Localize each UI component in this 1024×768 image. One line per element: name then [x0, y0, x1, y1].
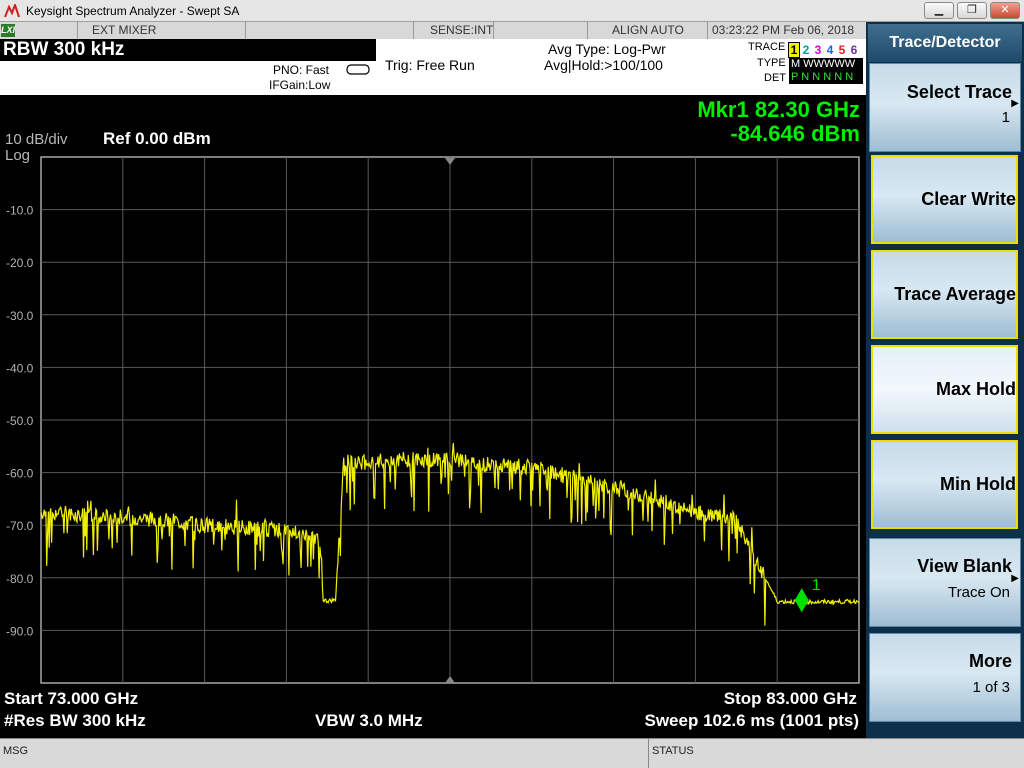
- clear-write-button[interactable]: Clear Write: [871, 155, 1018, 244]
- y-tick-label: -80.0: [6, 572, 34, 586]
- spectrum-analyzer-window: Keysight Spectrum Analyzer - Swept SA ▁ …: [0, 0, 1024, 768]
- resolution-bandwidth[interactable]: #Res BW 300 kHz: [4, 711, 146, 731]
- restore-button[interactable]: ❐: [957, 2, 987, 19]
- instrument-status-bar: LXI EXT MIXER SENSE:INT ALIGN AUTO 03:23…: [0, 22, 866, 39]
- trace-number-3[interactable]: 3: [812, 43, 824, 57]
- message-label: MSG: [3, 745, 29, 757]
- video-bandwidth[interactable]: VBW 3.0 MHz: [315, 711, 423, 731]
- select-trace-button[interactable]: Select Trace 1 ▶: [869, 63, 1021, 152]
- sense-status: SENSE:INT: [414, 22, 494, 39]
- select-trace-value: 1: [1001, 109, 1010, 126]
- max-hold-label: Max Hold: [935, 379, 1016, 399]
- y-axis-labels: -10.0 -20.0 -30.0 -40.0 -50.0 -60.0 -70.0 -80.0…: [6, 204, 34, 639]
- min-hold-label: Min Hold: [940, 474, 1016, 494]
- min-hold-button[interactable]: Min Hold: [871, 440, 1018, 529]
- trace-average-button[interactable]: Trace Average: [871, 250, 1018, 339]
- submenu-arrow-icon: ▶: [1011, 573, 1019, 584]
- y-tick-label: -60.0: [6, 467, 34, 481]
- trace-numbers: 123456: [788, 42, 860, 58]
- y-tick-label: -50.0: [6, 414, 34, 428]
- trace-number-6[interactable]: 6: [848, 43, 860, 57]
- keysight-logo-icon: [4, 4, 20, 18]
- trace-number-2[interactable]: 2: [800, 43, 812, 57]
- minimize-button[interactable]: ▁: [924, 2, 954, 19]
- sweep-time[interactable]: Sweep 102.6 ms (1001 pts): [644, 711, 859, 731]
- avg-type-setting: Avg Type: Log-Pwr: [548, 41, 666, 57]
- datetime: 03:23:22 PM Feb 06, 2018: [712, 23, 855, 37]
- mixer-status: EXT MIXER: [78, 22, 246, 39]
- submenu-arrow-icon: ▶: [1011, 98, 1019, 109]
- status-label: STATUS: [652, 745, 694, 757]
- trace-average-label: Trace Average: [894, 284, 1016, 304]
- start-frequency[interactable]: Start 73.000 GHz: [4, 689, 138, 709]
- more-button[interactable]: More 1 of 3: [869, 633, 1021, 722]
- lxi-cell: LXI: [0, 22, 78, 39]
- y-tick-label: -30.0: [6, 309, 34, 323]
- ifgain-setting: IFGain:Low: [269, 78, 331, 92]
- window-title: Keysight Spectrum Analyzer - Swept SA: [26, 4, 240, 18]
- trace-number-5[interactable]: 5: [836, 43, 848, 57]
- menu-title: Trace/Detector: [868, 24, 1022, 62]
- trace-type-values: M WWWWW: [789, 58, 863, 71]
- align-status: ALIGN AUTO: [588, 22, 708, 39]
- y-tick-label: -70.0: [6, 519, 34, 533]
- divider: [648, 739, 649, 768]
- max-hold-button[interactable]: Max Hold: [871, 345, 1018, 434]
- softkey-panel: Trace/Detector Select Trace 1 ▶ Clear Wr…: [866, 22, 1024, 738]
- settings-panel: RBW 300 kHz PNO: Fast IFGain:Low Trig: F…: [0, 39, 866, 95]
- view-blank-value: Trace On: [948, 584, 1010, 601]
- view-blank-button[interactable]: View Blank Trace On ▶: [869, 538, 1021, 627]
- lxi-icon: LXI: [1, 24, 16, 37]
- more-label: More: [968, 651, 1012, 671]
- y-tick-label: -90.0: [6, 624, 34, 638]
- trace-number-4[interactable]: 4: [824, 43, 836, 57]
- y-tick-label: -10.0: [6, 204, 34, 218]
- close-button[interactable]: ✕: [990, 2, 1020, 19]
- pno-setting: PNO: Fast: [273, 63, 330, 77]
- title-bar: Keysight Spectrum Analyzer - Swept SA ▁ …: [0, 0, 1024, 22]
- stop-frequency[interactable]: Stop 83.000 GHz: [724, 689, 857, 709]
- y-tick-label: -20.0: [6, 256, 34, 270]
- pno-toggle-icon: [346, 64, 370, 75]
- detector-values: P N N N N N: [789, 71, 863, 84]
- rbw-readout[interactable]: RBW 300 kHz: [0, 39, 376, 61]
- spectrum-display: Mkr1 82.30 GHz -84.646 dBm 10 dB/div Ref…: [0, 95, 866, 737]
- y-tick-label: -40.0: [6, 361, 34, 375]
- avg-hold-setting: Avg|Hold:>100/100: [544, 57, 663, 73]
- status-cell-empty-1: [246, 22, 414, 39]
- clear-write-label: Clear Write: [921, 189, 1016, 209]
- marker-number: 1: [812, 577, 821, 594]
- trace-number-1[interactable]: 1: [788, 42, 800, 58]
- trigger-setting: Trig: Free Run: [385, 57, 475, 73]
- det-label: DET: [764, 72, 786, 84]
- more-page: 1 of 3: [972, 679, 1010, 696]
- select-trace-label: Select Trace: [906, 82, 1012, 102]
- view-blank-label: View Blank: [917, 556, 1012, 576]
- spectrum-plot[interactable]: -10.0 -20.0 -30.0 -40.0 -50.0 -60.0 -70.0 -80.0…: [0, 95, 866, 737]
- status-cell-empty-2: [494, 22, 588, 39]
- trace-label: TRACE: [748, 41, 786, 53]
- message-bar: MSG STATUS: [0, 738, 1024, 768]
- type-label: TYPE: [757, 57, 786, 69]
